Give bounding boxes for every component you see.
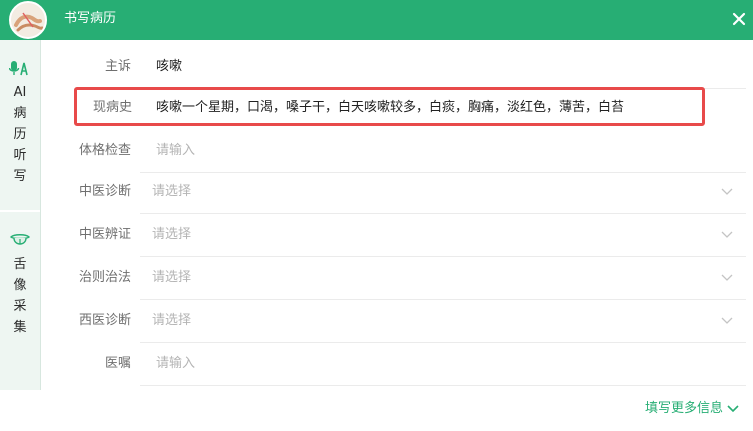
tcm-syndrome-row[interactable]: 中医辨证 请选择 [41, 214, 753, 257]
close-button[interactable] [729, 9, 749, 29]
western-diagnosis-row[interactable]: 西医诊断 请选择 [41, 300, 753, 343]
doctor-advice-row: 医嘱 请输入 [41, 343, 753, 386]
tcm-diagnosis-select[interactable]: 请选择 [152, 184, 191, 200]
tongue-icon [10, 234, 30, 245]
fill-more-info-link[interactable]: 填写更多信息 [645, 401, 739, 417]
physical-exam-label: 体格检查 [78, 143, 131, 158]
doctor-advice-input[interactable]: 请输入 [156, 356, 195, 372]
chief-complaint-row: 主诉 咳嗽 [41, 46, 753, 89]
sidebar-divider [0, 210, 40, 212]
doctor-advice-label: 医嘱 [104, 356, 131, 371]
tcm-diagnosis-row[interactable]: 中医诊断 请选择 [41, 171, 753, 214]
title-bar: 书写病历 [0, 0, 753, 40]
physical-exam-input[interactable]: 请输入 [156, 143, 195, 159]
tcm-diagnosis-label: 中医诊断 [78, 184, 131, 199]
ai-dictation-label: AI 病 历 听 写 [13, 85, 27, 184]
present-illness-highlight [74, 87, 705, 126]
avatar [9, 1, 47, 39]
close-icon [732, 12, 746, 26]
microphone-ai-icon [9, 61, 28, 76]
row-divider [140, 385, 746, 386]
chevron-down-icon [727, 405, 739, 413]
chevron-down-icon [721, 274, 733, 281]
ai-dictation-button[interactable]: AI 病 历 听 写 [0, 60, 40, 187]
tongue-capture-button[interactable]: 舌 像 采 集 [0, 232, 40, 338]
treatment-principle-label: 治则治法 [78, 270, 131, 285]
western-diagnosis-label: 西医诊断 [78, 313, 131, 328]
physical-exam-row: 体格检查 请输入 [41, 130, 753, 173]
tcm-syndrome-select[interactable]: 请选择 [152, 227, 191, 243]
chief-complaint-label: 主诉 [104, 59, 131, 74]
western-diagnosis-select[interactable]: 请选择 [152, 313, 191, 329]
chevron-down-icon [721, 231, 733, 238]
hands-logo-icon [11, 3, 45, 37]
tongue-capture-label: 舌 像 采 集 [13, 257, 27, 335]
fill-more-info-label: 填写更多信息 [645, 401, 724, 416]
chief-complaint-input[interactable]: 咳嗽 [156, 59, 182, 75]
treatment-principle-select[interactable]: 请选择 [152, 270, 191, 286]
chevron-down-icon [721, 188, 733, 195]
tcm-syndrome-label: 中医辨证 [78, 227, 131, 242]
window-title: 书写病历 [64, 11, 117, 26]
chevron-down-icon [721, 317, 733, 324]
treatment-principle-row[interactable]: 治则治法 请选择 [41, 257, 753, 300]
sidebar: AI 病 历 听 写 舌 像 采 集 [0, 40, 41, 390]
